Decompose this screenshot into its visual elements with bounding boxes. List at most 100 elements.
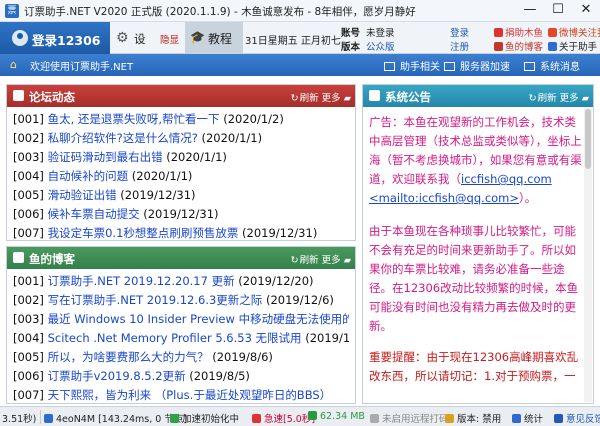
forum-news-title: 论坛动态	[29, 90, 75, 104]
nav-server-accel[interactable]: 服务器加速	[444, 58, 510, 73]
login-button[interactable]: 登录12306	[0, 22, 110, 54]
blog-list: [001] 订票助手.NET 2019.12.20.17 更新 (2019/12…	[13, 272, 349, 405]
item-date: (2020/1/1)	[201, 131, 263, 145]
list-item[interactable]: [007] 我设定车票0.1秒想整点刷刷预售放票 (2019/12/31)	[13, 224, 349, 243]
status-remote-text: 未启用远程打码	[382, 414, 449, 425]
item-num: [005]	[13, 188, 44, 202]
item-link[interactable]: 订票助手.NET 2019.12.20.17 更新	[48, 274, 235, 288]
item-link[interactable]: 我设定车票0.1秒想整点刷刷预售放票	[48, 226, 239, 240]
item-link[interactable]: 所以，为啥要费那么大的力气？	[48, 350, 209, 364]
status-remote[interactable]: 未启用远程打码	[370, 411, 449, 425]
settings-button[interactable]: ⚙ 设	[112, 22, 164, 54]
status-stats[interactable]: 统计	[512, 411, 543, 425]
item-date: (2019/12/31)	[143, 207, 219, 221]
item-num: [005]	[13, 350, 44, 364]
close-button[interactable]: ✕	[572, 0, 600, 20]
blog-title: 鱼的博客	[29, 252, 75, 266]
blog-label: 鱼的博客	[505, 42, 544, 53]
list-item[interactable]: [004] 自动候补的问题 (2020/1/1)	[13, 167, 349, 186]
status-accelerating: 加速初始化中	[170, 411, 239, 425]
quick-links: 捐助木鱼 微博关注我 鱼的博客 关于助手	[494, 22, 600, 54]
list-item[interactable]: [001] 订票助手.NET 2019.12.20.17 更新 (2019/12…	[13, 272, 349, 291]
item-link[interactable]: 写在订票助手.NET 2019.12.6.3更新之际	[48, 293, 263, 307]
account-value: 未登录	[366, 28, 395, 39]
list-item[interactable]: [002] 写在订票助手.NET 2019.12.6.3更新之际 (2019/1…	[13, 291, 349, 310]
title-bar: 票 订票助手.NET V2020 正式版 (2020.1.1.9) - 木鱼诚意…	[0, 0, 600, 22]
item-num: [001]	[13, 274, 44, 288]
list-item[interactable]: [003] 验证码滑动到最右出错 (2020/1/1)	[13, 148, 349, 167]
item-link[interactable]: 滑动验证出错	[48, 188, 117, 202]
notice-email-link[interactable]: iccfish@qq.com	[461, 172, 552, 186]
item-num: [006]	[13, 369, 44, 383]
newspaper-icon	[13, 90, 24, 101]
list-item[interactable]: [007] 天下熙熙，皆为利来 （Plus.于最近处观望昨日的BBS）	[13, 386, 349, 405]
donate-link[interactable]: 捐助木鱼	[494, 25, 543, 39]
show-hide-toggle[interactable]: 隐显	[160, 32, 179, 46]
item-link[interactable]: 验证码滑动到最右出错	[48, 150, 163, 164]
nav-messages-label: 系统消息	[540, 62, 580, 73]
blog-more[interactable]: 更多	[322, 255, 341, 266]
status-version: 版本: 禁用	[445, 411, 501, 425]
tutorial-button[interactable]: 🎓 教程	[185, 22, 243, 54]
notice-more[interactable]: 更多	[560, 93, 579, 104]
item-link[interactable]: 自动候补的问题	[48, 169, 129, 183]
list-item[interactable]: [003] 最近 Windows 10 Insider Preview 中移动硬…	[13, 310, 349, 329]
list-item[interactable]: [001] 鱼太, 还是退票失败呀,帮忙看一下 (2020/1/2)	[13, 110, 349, 129]
item-num: [007]	[13, 226, 44, 240]
register-link[interactable]: 注册	[450, 39, 469, 53]
list-item[interactable]: [005] 滑动验证出错 (2019/12/31)	[13, 186, 349, 205]
main-toolbar: 登录12306 ⚙ 设 隐显 🎓 教程 31日星期五 正月初七 账号 未登录 版…	[0, 22, 600, 54]
weibo-icon	[548, 28, 557, 37]
list-item[interactable]: [002] 私聊介绍软件?这是什么情况? (2020/1/1)	[13, 129, 349, 148]
login-link[interactable]: 登录	[450, 25, 469, 39]
refresh-icon: ↻	[528, 93, 537, 104]
blog-refresh[interactable]: 刷新	[300, 255, 319, 266]
scrollbar-thumb[interactable]	[585, 109, 591, 169]
remote-icon	[370, 414, 379, 423]
heart-icon	[494, 28, 503, 37]
list-item[interactable]: [004] Scitech .Net Memory Profiler 5.6.5…	[13, 329, 349, 348]
item-date: (2019/12/20)	[238, 274, 314, 288]
account-key: 账号	[341, 28, 361, 39]
list-item[interactable]: [005] 所以，为啥要费那么大的力气？ (2019/8/6)	[13, 348, 349, 367]
nav-system-messages[interactable]: 系统消息	[524, 58, 580, 73]
weibo-label: 微博关注我	[559, 28, 600, 39]
item-num: [003]	[13, 150, 44, 164]
item-date: (2019/12/6)	[265, 293, 334, 307]
notice-scrollbar[interactable]	[584, 107, 592, 402]
message-bar: ⌂ 欢迎使用订票助手.NET 助手相关 服务器加速 系统消息	[0, 54, 600, 76]
item-link[interactable]: 私聊介绍软件?这是什么情况?	[48, 131, 198, 145]
item-link[interactable]: 订票助手v2019.8.5.2更新	[48, 369, 186, 383]
minimize-button[interactable]: —	[516, 0, 544, 20]
nav-helper[interactable]: 助手相关	[384, 58, 440, 73]
item-link[interactable]: Scitech .Net Memory Profiler 5.6.53 无限试用	[48, 331, 302, 345]
status-feedback[interactable]: 意见反馈	[554, 411, 600, 425]
item-link[interactable]: 天下熙熙，皆为利来 （Plus.于最近处观望昨日的BBS）	[48, 388, 332, 402]
notice-mailto-link[interactable]: <mailto:iccfish@qq.com>	[369, 191, 519, 205]
settings-label: 设	[134, 32, 146, 46]
item-date: (2020/1/1)	[131, 169, 193, 183]
list-item[interactable]: [006] 候补车票自动提交 (2019/12/31)	[13, 205, 349, 224]
item-link[interactable]: 鱼太, 还是退票失败呀,帮忙看一下	[48, 112, 220, 126]
forum-news-more[interactable]: 更多	[322, 93, 341, 104]
info-icon	[548, 42, 557, 51]
list-item[interactable]: [006] 订票助手v2019.8.5.2更新 (2019/8/5)	[13, 367, 349, 386]
forum-news-refresh[interactable]: 刷新	[300, 93, 319, 104]
item-link[interactable]: 候补车票自动提交	[48, 207, 140, 221]
weibo-link[interactable]: 微博关注我	[548, 25, 600, 39]
notice-refresh[interactable]: 刷新	[538, 93, 557, 104]
about-link[interactable]: 关于助手	[548, 39, 597, 53]
helper-icon	[384, 62, 395, 71]
maximize-button[interactable]: ☐	[544, 0, 572, 20]
message-icon	[524, 62, 535, 71]
login-button-label: 登录12306	[32, 33, 101, 48]
status-mode[interactable]: 急速[5.0秒]	[252, 411, 315, 425]
tutorial-label: 教程	[208, 32, 233, 46]
status-accel-text: 加速初始化中	[182, 414, 240, 425]
status-stats-text: 统计	[524, 414, 544, 425]
blog-link[interactable]: 鱼的博客	[494, 39, 543, 53]
item-link[interactable]: 最近 Windows 10 Insider Preview 中移动硬盘无法使用的…	[48, 312, 349, 326]
forum-news-list: [001] 鱼太, 还是退票失败呀,帮忙看一下 (2020/1/2) [002]…	[13, 110, 349, 243]
forum-news-panel: 论坛动态 ↻刷新 更多 ▰ [001] 鱼太, 还是退票失败呀,帮忙看一下 (2…	[6, 84, 356, 241]
user-icon	[12, 30, 28, 46]
